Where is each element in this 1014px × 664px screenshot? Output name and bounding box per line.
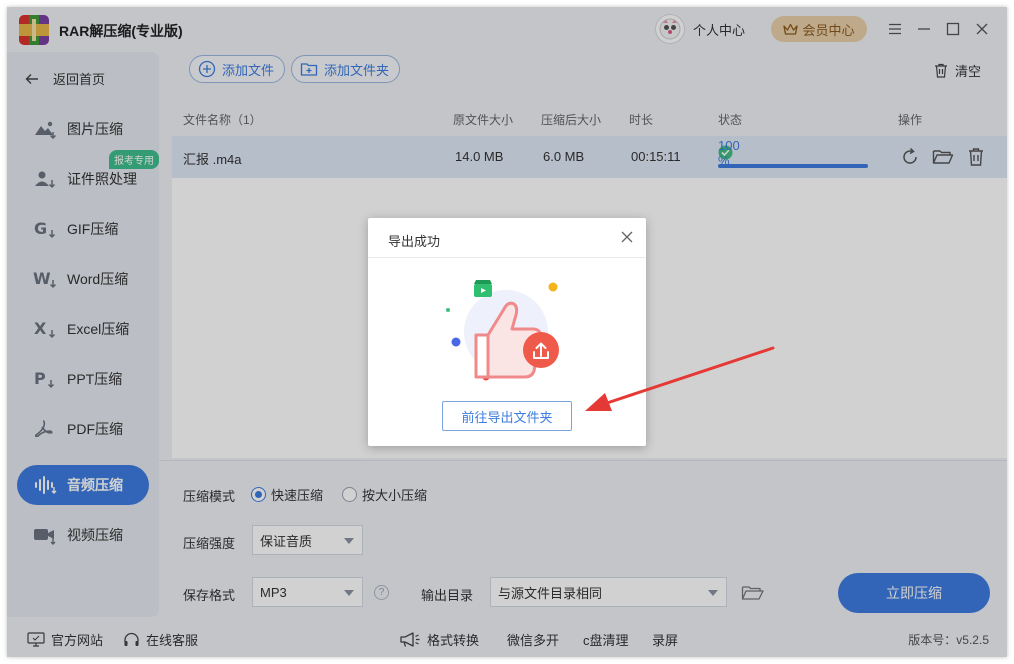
open-export-folder-button[interactable]: 前往导出文件夹 [442,401,572,431]
thumbs-up-illustration [438,270,578,393]
export-success-dialog: 导出成功 前往导出文件夹 [368,218,646,446]
dialog-close-button[interactable] [620,230,634,247]
dialog-header: 导出成功 [368,218,646,258]
app-window: RAR解压缩(专业版) 个人中心 会员中心 返回首页 报考专用 图片压缩 证件照… [7,7,1007,657]
close-icon [621,231,633,243]
dialog-title: 导出成功 [388,234,441,249]
